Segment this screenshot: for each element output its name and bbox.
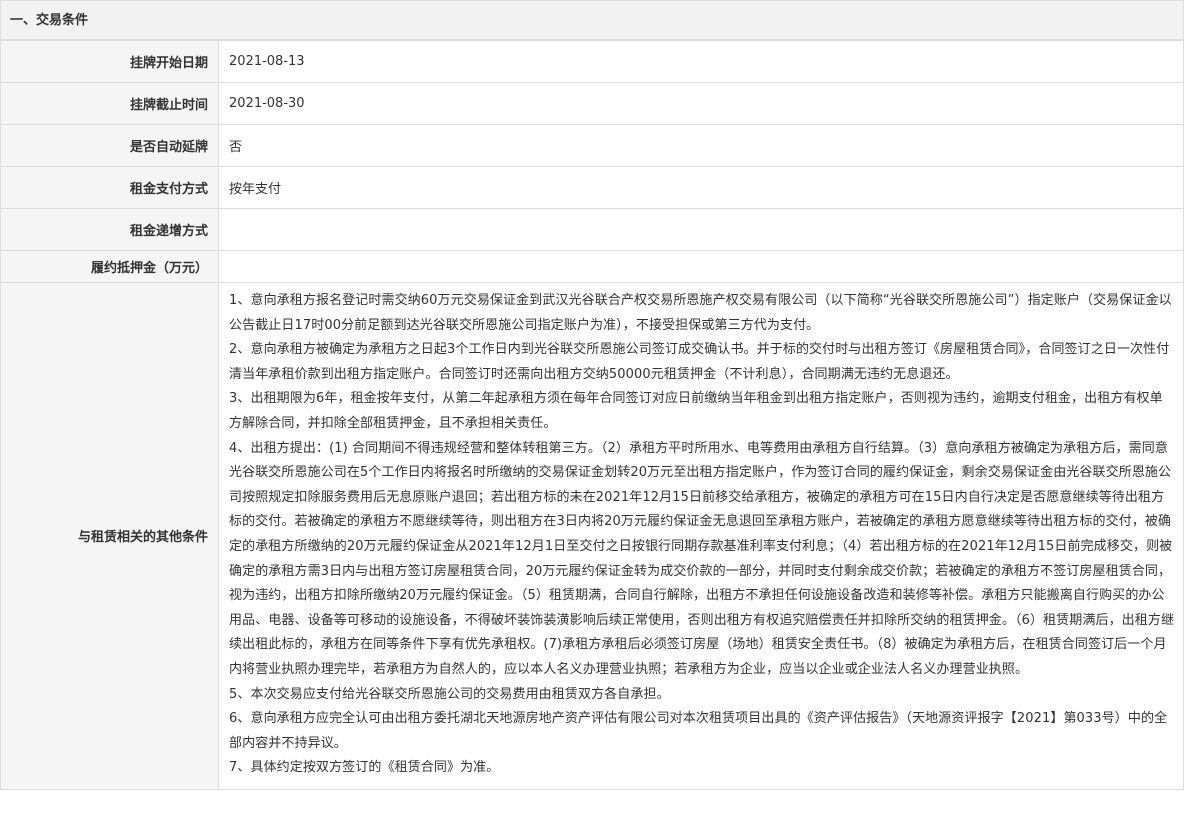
listing-end-time-label: 挂牌截止时间 bbox=[0, 82, 219, 125]
condition-paragraph-2: 2、意向承租方被确定为承租方之日起3个工作日内到光谷联交所恩施公司签订成交确认书… bbox=[229, 342, 1170, 382]
performance-deposit-label: 履约抵押金（万元） bbox=[0, 250, 219, 283]
condition-paragraph-3: 3、出租期限为6年，租金按年支付，从第二年起承租方须在每年合同签订对应日前缴纳当… bbox=[229, 391, 1163, 431]
listing-start-date-label: 挂牌开始日期 bbox=[0, 40, 219, 83]
performance-deposit-value bbox=[218, 250, 1184, 283]
other-conditions-content: 1、意向承租方报名登记时需交纳60万元交易保证金到武汉光谷联合产权交易所恩施产权… bbox=[218, 282, 1184, 790]
table-row: 租金支付方式 按年支付 bbox=[0, 166, 1184, 209]
transaction-conditions-panel: 一、交易条件 挂牌开始日期 2021-08-13 挂牌截止时间 2021-08-… bbox=[0, 0, 1186, 826]
condition-paragraph-5: 5、本次交易应支付给光谷联交所恩施公司的交易费用由租赁双方各自承担。 bbox=[229, 686, 670, 702]
rent-increment-method-value bbox=[218, 208, 1184, 251]
table-row: 履约抵押金（万元） bbox=[0, 250, 1184, 283]
auto-extension-value: 否 bbox=[218, 124, 1184, 167]
table-row: 是否自动延牌 否 bbox=[0, 124, 1184, 167]
listing-start-date-value: 2021-08-13 bbox=[218, 40, 1184, 83]
table-row: 挂牌截止时间 2021-08-30 bbox=[0, 82, 1184, 125]
condition-paragraph-7: 7、具体约定按双方签订的《租赁合同》为准。 bbox=[229, 760, 500, 776]
auto-extension-label: 是否自动延牌 bbox=[0, 124, 219, 167]
listing-end-time-value: 2021-08-30 bbox=[218, 82, 1184, 125]
condition-paragraph-6: 6、意向承租方应完全认可由出租方委托湖北天地源房地产资产评估有限公司对本次租赁项… bbox=[229, 711, 1168, 751]
rent-payment-method-label: 租金支付方式 bbox=[0, 166, 219, 209]
table-row: 挂牌开始日期 2021-08-13 bbox=[0, 40, 1184, 83]
other-conditions-label: 与租赁相关的其他条件 bbox=[0, 282, 219, 790]
rent-increment-method-label: 租金递增方式 bbox=[0, 208, 219, 251]
table-row: 与租赁相关的其他条件 1、意向承租方报名登记时需交纳60万元交易保证金到武汉光谷… bbox=[0, 282, 1184, 790]
condition-paragraph-1: 1、意向承租方报名登记时需交纳60万元交易保证金到武汉光谷联合产权交易所恩施产权… bbox=[229, 293, 1172, 333]
table-row: 租金递增方式 bbox=[0, 208, 1184, 251]
rent-payment-method-value: 按年支付 bbox=[218, 166, 1184, 209]
conditions-table: 挂牌开始日期 2021-08-13 挂牌截止时间 2021-08-30 是否自动… bbox=[0, 40, 1184, 790]
section-title: 一、交易条件 bbox=[0, 0, 1184, 40]
condition-paragraph-4: 4、出租方提出：(1) 合同期间不得违规经营和整体转租第三方。（2）承租方平时所… bbox=[229, 440, 1175, 677]
